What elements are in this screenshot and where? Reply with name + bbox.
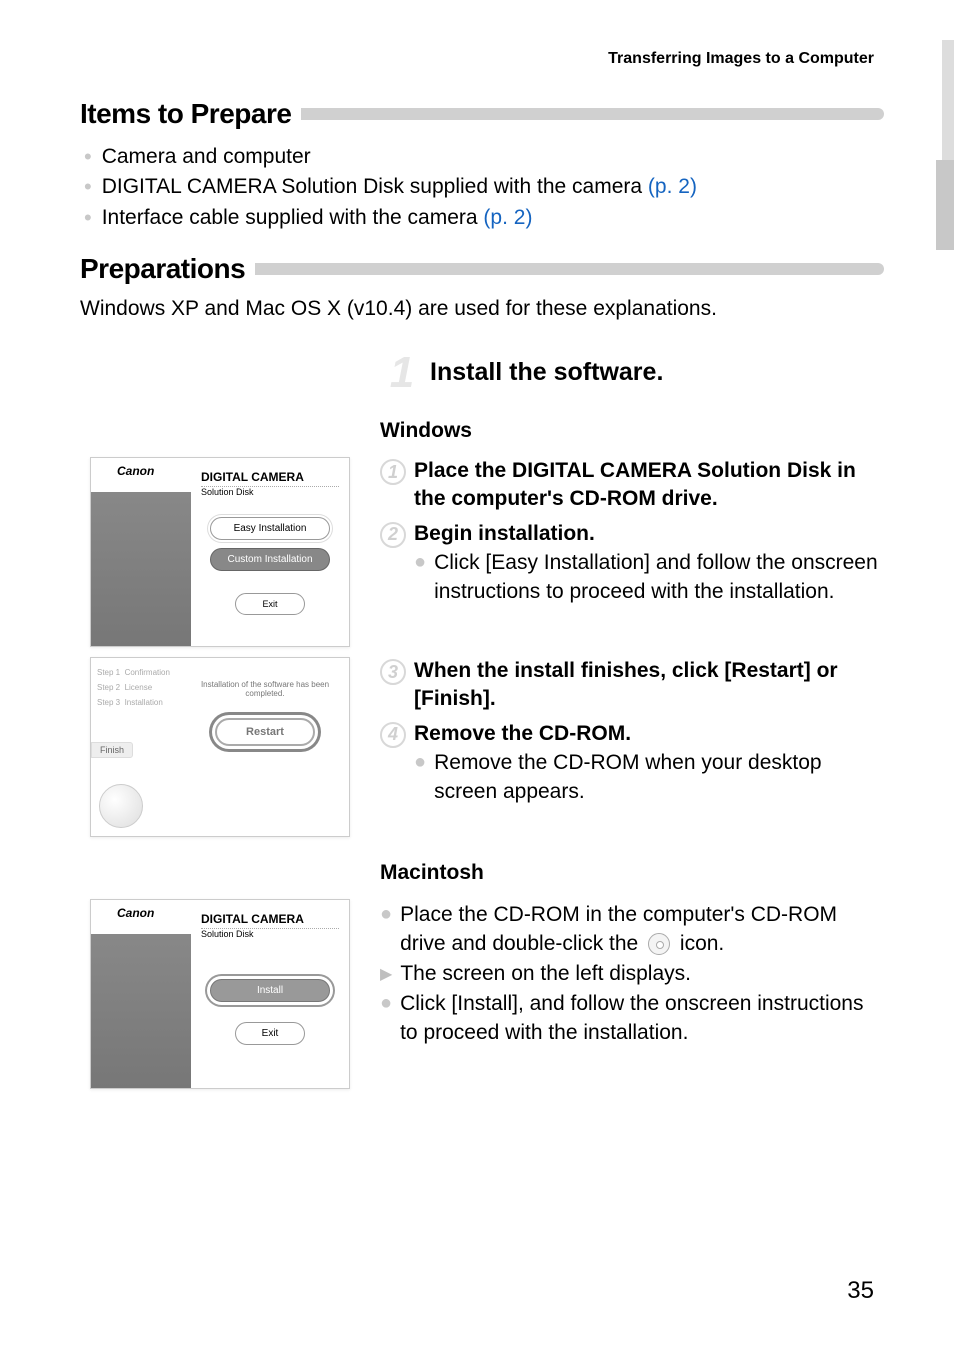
substep-body-text: Remove the CD-ROM when your desktop scre… [434,749,884,806]
finish-tab: Finish [91,742,133,758]
macintosh-subheading: Macintosh [380,861,884,885]
heading-bar [255,263,884,275]
cd-disc-icon [648,933,670,955]
installer-screenshot-mac: DIGITAL CAMERA Solution Disk Install Exi… [90,899,350,1089]
content-row: Step 1 Confirmation Step 2 License Step … [80,657,884,837]
mac-step-line: ▶ The screen on the left displays. [380,960,884,988]
exit-button[interactable]: Exit [235,593,305,615]
main-step-row: 1 Install the software. [80,351,884,395]
install-button[interactable]: Install [210,979,330,1002]
mac-line1b: icon. [674,932,724,955]
substep-title: Place the DIGITAL CAMERA Solution Disk i… [414,457,884,512]
bullet-icon: ● [380,990,392,1017]
installer-brand: DIGITAL CAMERA [201,470,339,487]
bullet-icon: • [84,142,92,172]
screenshot-column: DIGITAL CAMERA Solution Disk Install Exi… [80,899,380,1089]
list-item: • DIGITAL CAMERA Solution Disk supplied … [84,172,884,202]
substep-body: ● Remove the CD-ROM when your desktop sc… [414,749,884,806]
instruction-column: ● Place the CD-ROM in the computer's CD-… [380,899,884,1047]
installer-subtitle: Solution Disk [201,929,339,939]
installer-subtitle: Solution Disk [201,487,339,497]
installer-complete-panel: Installation of the software has been co… [181,658,349,836]
heading-bar [301,108,884,120]
substep-number-icon: 1 [380,459,406,485]
screenshot-column: DIGITAL CAMERA Solution Disk Easy Instal… [80,457,380,647]
screenshot-column: Step 1 Confirmation Step 2 License Step … [80,657,380,837]
prep-intro-text: Windows XP and Mac OS X (v10.4) are used… [80,297,884,321]
substep-body: ● Click [Easy Installation] and follow t… [414,549,884,606]
substep-number-icon: 3 [380,659,406,685]
running-header: Transferring Images to a Computer [80,50,884,68]
item-text: Interface cable supplied with the camera [102,206,484,229]
install-complete-text: Installation of the software has been co… [189,680,341,698]
substep-1: 1 Place the DIGITAL CAMERA Solution Disk… [380,457,884,512]
step-title: Install the software. [430,351,663,387]
installer-steps-panel: Step 1 Confirmation Step 2 License Step … [91,658,181,836]
mac-line2: The screen on the left displays. [400,960,691,988]
arrow-icon: ▶ [380,964,392,986]
mac-line3: Click [Install], and follow the onscreen… [400,990,884,1047]
page-reference-link[interactable]: (p. 2) [648,175,697,198]
substep-body-text: Click [Easy Installation] and follow the… [434,549,884,606]
item-text: Camera and computer [102,142,311,172]
restart-button[interactable]: Restart [215,718,315,746]
decorative-sphere-icon [99,784,143,828]
mac-line1a: Place the CD-ROM in the computer's CD-RO… [400,903,837,954]
instruction-column: 3 When the install finishes, click [Rest… [380,657,884,814]
mac-step-line: ● Place the CD-ROM in the computer's CD-… [380,901,884,958]
substep-title: Remove the CD-ROM. [414,720,884,747]
mac-step-line: ● Click [Install], and follow the onscre… [380,990,884,1047]
installer-left-panel [91,900,191,1088]
substep-3: 3 When the install finishes, click [Rest… [380,657,884,712]
bullet-icon: ● [414,749,426,776]
windows-subheading: Windows [380,419,884,443]
items-list: • Camera and computer • DIGITAL CAMERA S… [84,142,884,233]
list-item: • Camera and computer [84,142,884,172]
content-row: DIGITAL CAMERA Solution Disk Install Exi… [80,899,884,1089]
bullet-icon: • [84,172,92,202]
installer-brand: DIGITAL CAMERA [201,912,339,929]
preparations-heading: Preparations [80,253,884,285]
list-item: • Interface cable supplied with the came… [84,203,884,233]
exit-button[interactable]: Exit [235,1022,305,1045]
installer-right-panel: DIGITAL CAMERA Solution Disk Install Exi… [191,900,349,1088]
substep-title: When the install finishes, click [Restar… [414,657,884,712]
items-to-prepare-heading: Items to Prepare [80,98,884,130]
page-reference-link[interactable]: (p. 2) [483,206,532,229]
installer-left-panel [91,458,191,646]
substep-number-icon: 4 [380,722,406,748]
content-row: DIGITAL CAMERA Solution Disk Easy Instal… [80,457,884,647]
preps-heading-text: Preparations [80,253,245,285]
substep-title: Begin installation. [414,520,884,547]
installer-screenshot-restart: Step 1 Confirmation Step 2 License Step … [90,657,350,837]
substep-4: 4 Remove the CD-ROM. ● Remove the CD-ROM… [380,720,884,806]
page-edge-shadow [942,40,954,160]
substep-2: 2 Begin installation. ● Click [Easy Inst… [380,520,884,606]
bullet-icon: • [84,203,92,233]
custom-installation-button[interactable]: Custom Installation [210,548,330,571]
step-number-large: 1 [380,351,424,395]
bullet-icon: ● [414,549,426,576]
item-text: DIGITAL CAMERA Solution Disk supplied wi… [102,175,648,198]
installer-right-panel: DIGITAL CAMERA Solution Disk Easy Instal… [191,458,349,646]
page-number: 35 [847,1277,874,1305]
substep-number-icon: 2 [380,522,406,548]
easy-installation-button[interactable]: Easy Installation [210,517,330,540]
installer-screenshot-easy: DIGITAL CAMERA Solution Disk Easy Instal… [90,457,350,647]
instruction-column: 1 Place the DIGITAL CAMERA Solution Disk… [380,457,884,614]
items-heading-text: Items to Prepare [80,98,291,130]
section-tab-marker [936,160,954,250]
bullet-icon: ● [380,901,392,928]
